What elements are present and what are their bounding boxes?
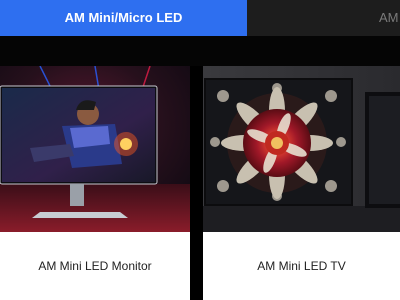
product-card-tv[interactable]: AM Mini LED TV bbox=[203, 66, 400, 300]
product-category-tabs: AM Mini/Micro LED AM O bbox=[0, 0, 400, 36]
television-image bbox=[203, 66, 400, 232]
product-card-monitor[interactable]: AM Mini LED Monitor bbox=[0, 66, 190, 300]
tabs-spacer bbox=[0, 36, 400, 66]
tab-am-oled[interactable]: AM O bbox=[247, 0, 400, 36]
card-gap bbox=[190, 66, 203, 300]
gaming-monitor-image bbox=[0, 66, 190, 232]
tab-am-mini-micro-led[interactable]: AM Mini/Micro LED bbox=[0, 0, 247, 36]
tab-am-oled-label: AM O bbox=[379, 10, 400, 25]
product-label-monitor: AM Mini LED Monitor bbox=[38, 259, 152, 273]
product-label-tv: AM Mini LED TV bbox=[257, 259, 346, 273]
